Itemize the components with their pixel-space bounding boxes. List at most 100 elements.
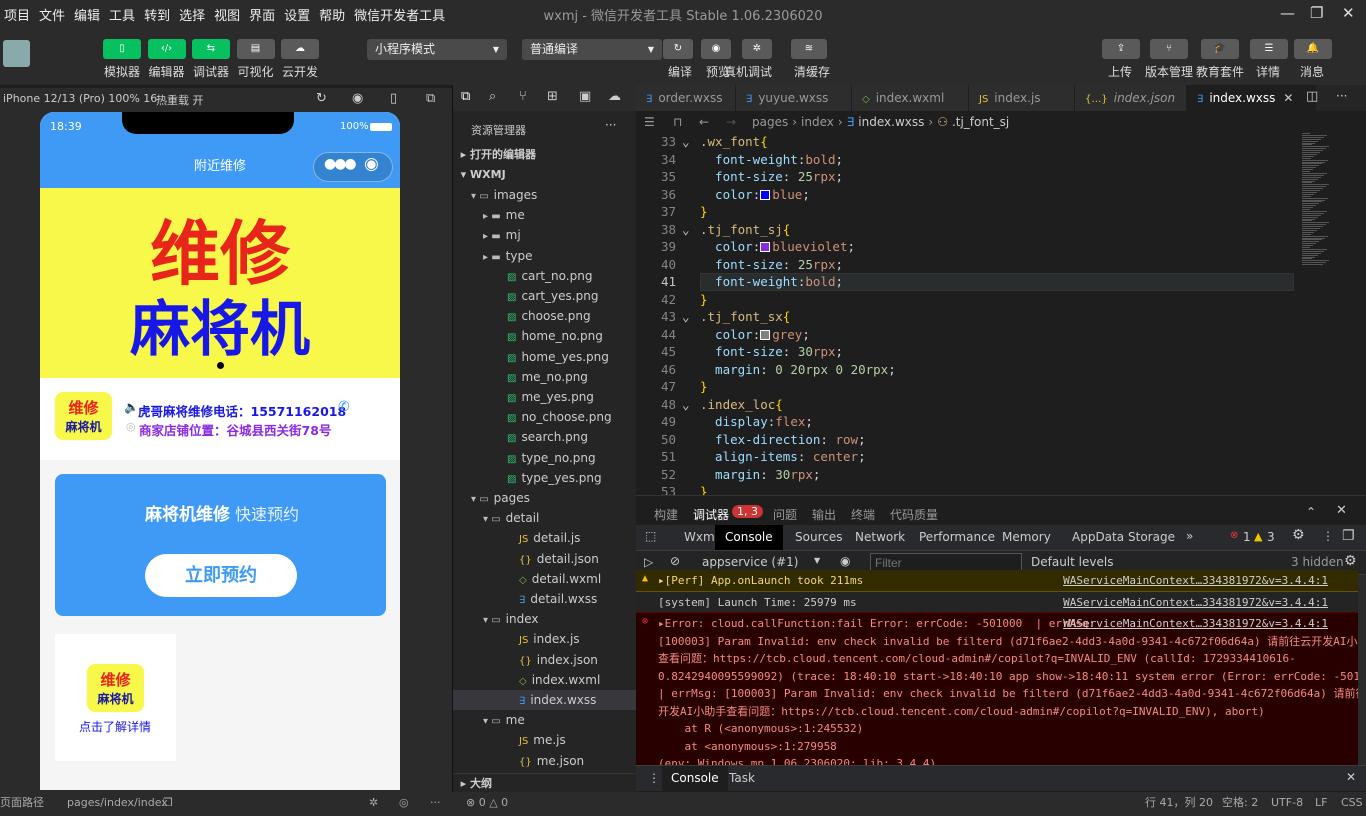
book-now-button[interactable]: 立即预约 [145, 554, 297, 597]
tree-item[interactable]: ▸ ▬ mj [453, 225, 637, 245]
outline-section[interactable]: ▸ 大纲 [453, 773, 637, 793]
drawer-menu-icon[interactable]: ⋮ [648, 771, 660, 785]
warning-count[interactable]: 3 [1267, 530, 1275, 544]
tree-item[interactable]: ▨ type_yes.png [453, 468, 637, 488]
source-link[interactable]: WAServiceMainContext…334381972&v=3.4.4:1 [1063, 572, 1328, 590]
code-line[interactable]: margin: 0 20rpx 0 20rpx; [700, 362, 896, 377]
code-line[interactable]: font-weight:bold; [700, 152, 843, 167]
minimap[interactable] [1296, 133, 1366, 495]
bug-icon[interactable]: ✲ [369, 792, 378, 814]
breadcrumb-item[interactable]: .tj_font_sj [952, 115, 1009, 129]
more-icon[interactable]: ··· [430, 792, 441, 814]
color-swatch[interactable] [760, 189, 771, 200]
call-icon[interactable]: ✆ [338, 399, 350, 415]
tree-item[interactable]: ◇ index.wxml [453, 670, 637, 690]
drawer-tab-console[interactable]: Console [662, 766, 728, 791]
more-icon[interactable]: ●●● [324, 156, 357, 172]
banner-swiper[interactable]: 维修 麻将机 [40, 188, 400, 378]
code-line[interactable]: .tj_font_sj{ [700, 222, 790, 237]
panel-tab-0[interactable]: 构建 [654, 506, 678, 523]
tree-item[interactable]: ▸ ▬ type [453, 246, 637, 266]
minimize-icon[interactable]: — [1280, 4, 1295, 22]
search-icon[interactable]: ⌕ [489, 89, 496, 104]
source-link[interactable]: WAServiceMainContext…334381972&v=3.4.4:1 [1063, 594, 1328, 612]
panel-tab-2[interactable]: 问题 [773, 506, 797, 523]
code-line[interactable]: .index_loc{ [700, 397, 783, 412]
tab-index-wxml[interactable]: ◇ index.wxml [852, 85, 969, 111]
more-tabs-icon[interactable]: » [1186, 529, 1193, 543]
encoding[interactable]: UTF-8 [1271, 792, 1303, 814]
close-icon[interactable]: ✕ [1342, 4, 1355, 22]
eye-icon[interactable]: ◉ [840, 554, 850, 568]
tree-item[interactable]: ▨ cart_yes.png [453, 286, 637, 306]
preview-icon[interactable]: ◎ [399, 792, 409, 814]
tree-item[interactable]: ▾ ▭ me [453, 710, 637, 730]
more-icon[interactable]: ··· [605, 118, 616, 132]
code-line[interactable]: } [700, 292, 708, 307]
devtools-tab-network[interactable]: Network [855, 525, 905, 550]
collapse-icon[interactable]: ⌃ [1306, 505, 1316, 519]
devtools-tab-appdata[interactable]: AppData [1072, 525, 1124, 550]
dock-icon[interactable]: ❐ [1342, 528, 1355, 544]
detail-link[interactable]: 点击了解详情 [79, 718, 151, 735]
tree-item[interactable]: ▨ choose.png [453, 306, 637, 326]
code-line[interactable]: align-items: center; [700, 449, 866, 464]
remote-debug-button[interactable]: ✲ [742, 39, 772, 59]
code-line[interactable]: font-size: 25rpx; [700, 257, 843, 272]
list-icon[interactable]: ☰ [644, 111, 655, 133]
kebab-icon[interactable]: ⋮ [1322, 529, 1334, 543]
code-line[interactable]: font-weight:bold; [700, 274, 843, 289]
maximize-icon[interactable]: ❐ [1310, 4, 1323, 22]
breadcrumb-item[interactable]: index.wxss [858, 115, 924, 129]
compile-button[interactable]: ↻ [663, 39, 693, 59]
tree-item[interactable]: ▨ me_yes.png [453, 387, 637, 407]
tree-item[interactable]: ▨ type_no.png [453, 448, 637, 468]
devtools-tab-console[interactable]: Console [715, 525, 783, 550]
tree-item[interactable]: JS me.js [453, 730, 637, 750]
code-line[interactable]: color: blueviolet; [700, 239, 855, 254]
tree-item[interactable]: ▾ ▭ index [453, 609, 637, 629]
toolbar-phone-button[interactable]: ▯ [103, 39, 141, 59]
error-count[interactable]: 1 [1243, 530, 1251, 544]
gear-icon[interactable]: ⚙ [1344, 553, 1357, 569]
save-icon[interactable]: ▣ [579, 89, 591, 104]
avatar[interactable] [3, 40, 30, 67]
fold-icon[interactable]: ⌄ [682, 397, 690, 412]
split-editor-icon[interactable]: ◫ [1306, 89, 1318, 104]
tab-index-json[interactable]: {…} index.json [1075, 85, 1187, 111]
devtools-tab-performance[interactable]: Performance [919, 525, 995, 550]
phone-icon[interactable]: ▯ [390, 91, 397, 106]
tree-item[interactable]: ∃ detail.wxss [453, 589, 637, 609]
capsule-menu[interactable]: ●●● ◉ [313, 152, 393, 182]
docker-icon[interactable]: ☁ [608, 89, 621, 104]
close-panel-icon[interactable]: ✕ [1336, 503, 1347, 518]
tree-item[interactable]: ▸ ▬ me [453, 205, 637, 225]
code-line[interactable]: color: grey; [700, 327, 810, 342]
tree-item[interactable]: ▨ home_no.png [453, 326, 637, 346]
open-editors-section[interactable]: ▸ 打开的编辑器 [453, 145, 637, 165]
tree-item[interactable]: ▾ ▭ detail [453, 508, 637, 528]
clear-cache-button[interactable]: ≋ [791, 39, 827, 59]
tree-item[interactable]: ▨ no_choose.png [453, 407, 637, 427]
sidebar-toggle-icon[interactable]: ▷ [644, 555, 653, 569]
source-control-icon[interactable]: ⑂ [519, 89, 527, 104]
color-swatch[interactable] [760, 242, 771, 252]
color-swatch[interactable] [760, 329, 771, 340]
education-button[interactable]: 🎓 [1201, 39, 1239, 59]
more-icon[interactable]: ··· [1336, 89, 1347, 103]
tree-item[interactable]: {} me.json [453, 751, 637, 771]
clear-console-icon[interactable]: ⊘ [670, 554, 680, 568]
tree-item[interactable]: ▨ search.png [453, 427, 637, 447]
tree-item[interactable]: ◇ detail.wxml [453, 569, 637, 589]
close-icon[interactable]: ✕ [1283, 91, 1293, 105]
compile-select[interactable]: 普通编译 ▼ [522, 39, 662, 60]
tab-index-wxss[interactable]: ∃ index.wxss ✕ [1187, 85, 1316, 111]
hot-reload-toggle[interactable]: 热重载 开 [156, 92, 204, 108]
code-line[interactable]: .tj_font_sx{ [700, 309, 790, 324]
code-line[interactable]: } [700, 379, 708, 394]
code-line[interactable]: } [700, 204, 708, 219]
fold-icon[interactable]: ⌄ [682, 309, 690, 324]
version-button[interactable]: ⑂ [1150, 39, 1188, 59]
cursor-position[interactable]: 行 41，列 20 [1145, 792, 1213, 814]
code-line[interactable]: color: blue; [700, 187, 810, 202]
